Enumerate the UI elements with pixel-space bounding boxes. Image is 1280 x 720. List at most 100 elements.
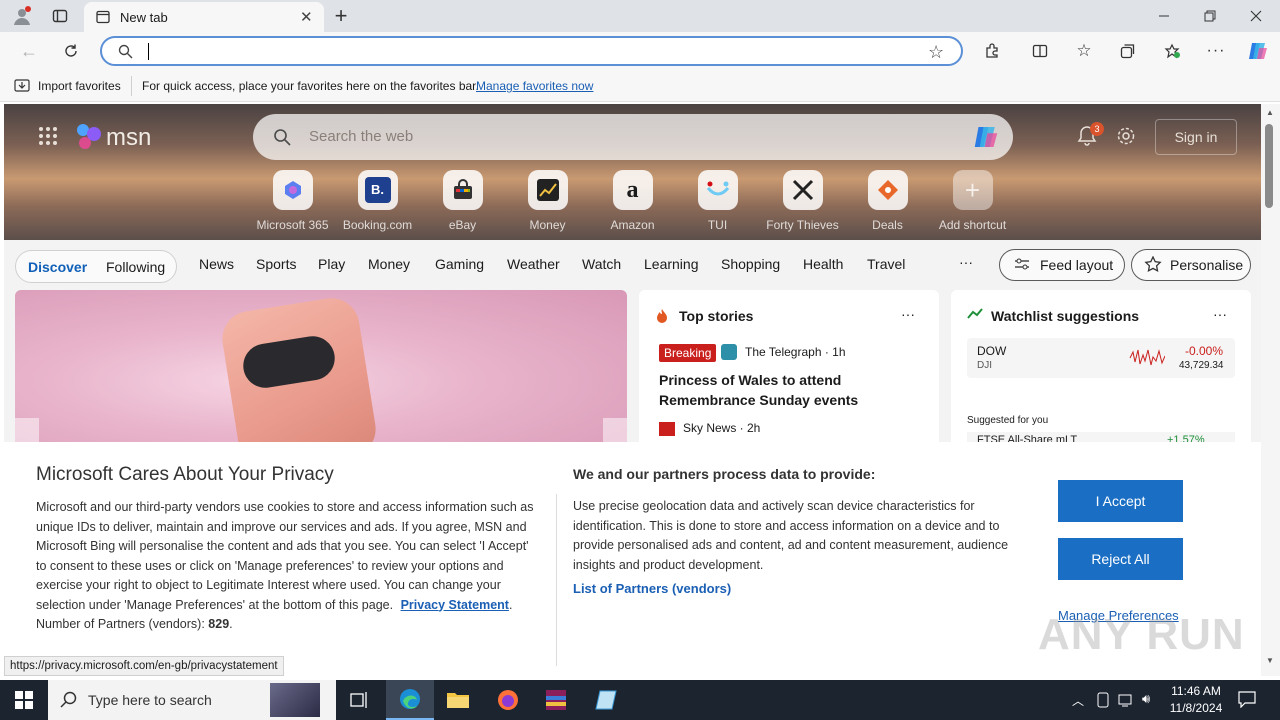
manage-favorites-link[interactable]: Manage favorites now [476,79,593,93]
top-stories-more-icon[interactable]: ··· [901,306,915,322]
nav-money[interactable]: Money [368,256,410,272]
taskbar-search-icon [60,691,78,712]
clock-date[interactable]: 11/8/2024 [1168,701,1224,715]
tab-following[interactable]: Following [106,259,165,275]
favbar-hint: For quick access, place your favorites h… [142,79,479,93]
refresh-icon[interactable] [58,38,84,64]
winrar-icon[interactable] [532,680,580,720]
nav-news[interactable]: News [199,256,234,272]
clock-time[interactable]: 11:46 AM [1168,684,1224,698]
feed-layout-button[interactable]: Feed layout [999,249,1125,281]
address-bar[interactable]: ☆ [100,36,963,66]
shortcut-microsoft-365[interactable]: Microsoft 365 [250,170,335,236]
search-icon [118,44,133,62]
tab-title: New tab [120,10,168,25]
collections-icon[interactable] [1116,39,1140,63]
msn-settings-gear-icon[interactable] [1116,126,1136,149]
page-scrollbar[interactable]: ▲ ▼ [1261,104,1280,676]
browser-essentials-icon[interactable] [1160,39,1184,63]
import-favorites-button[interactable]: Import favorites [38,79,121,93]
windows-start-icon[interactable] [0,680,48,720]
reject-all-button[interactable]: Reject All [1058,538,1183,580]
shortcut-label: TUI [707,218,728,232]
sign-in-button[interactable]: Sign in [1155,119,1237,155]
tab-new-tab[interactable]: New tab ✕ [84,2,324,32]
split-screen-icon[interactable] [1028,39,1052,63]
restore-icon[interactable] [1196,4,1224,28]
copilot-icon[interactable] [1244,37,1272,65]
firefox-icon[interactable] [484,680,532,720]
sliders-icon [1014,257,1030,274]
featured-story-image[interactable] [15,290,627,442]
web-search-box[interactable]: Search the web [253,114,1013,160]
msn-logo-icon[interactable] [74,122,106,155]
close-tab-icon[interactable]: ✕ [300,8,313,26]
accept-button[interactable]: I Accept [1058,480,1183,522]
edge-taskbar-icon[interactable] [386,680,434,720]
sky-news-icon [659,422,675,436]
watchlist-title: Watchlist suggestions [991,308,1140,324]
nav-travel[interactable]: Travel [867,256,905,272]
apps-launcher-icon[interactable] [38,126,58,149]
nav-sports[interactable]: Sports [256,256,296,272]
shortcut-ebay[interactable]: eBay [420,170,505,236]
shortcut-forty-thieves[interactable]: Forty Thieves [760,170,845,236]
list-partners-link[interactable]: List of Partners (vendors) [573,581,731,596]
show-hidden-icons-icon[interactable]: ︿ [1072,692,1084,709]
tab-actions-icon[interactable] [46,4,74,28]
network-icon[interactable] [1118,692,1136,711]
watchlist-more-icon[interactable]: ··· [1213,306,1227,322]
watchlist-row[interactable]: DOW DJI -0.00% 43,729.34 [967,338,1235,378]
favorite-star-icon[interactable]: ☆ [928,42,944,63]
device-icon[interactable] [1096,692,1110,711]
volume-icon[interactable]: 🔊︎ [1142,691,1150,707]
nav-gaming[interactable]: Gaming [435,256,484,272]
ebay-icon [442,170,483,210]
watchlist-row-next[interactable]: FTSE All-Share mLT +1.57% [967,432,1235,442]
shortcut-booking[interactable]: B. Booking.com [335,170,420,236]
personalise-button[interactable]: Personalise [1131,249,1251,281]
copilot-search-icon[interactable] [971,122,1001,155]
scroll-thumb[interactable] [1265,124,1273,208]
top-stories-title: Top stories [679,308,754,324]
nav-weather[interactable]: Weather [507,256,560,272]
notepad-icon[interactable] [582,680,630,720]
file-explorer-icon[interactable] [434,680,482,720]
story-headline[interactable]: Princess of Wales to attend Remembrance … [659,370,919,410]
privacy-statement-link[interactable]: Privacy Statement [401,598,509,612]
nav-shopping[interactable]: Shopping [721,256,780,272]
taskbar-search-box[interactable]: Type here to search [48,680,336,720]
shortcut-deals[interactable]: Deals [845,170,930,236]
settings-more-icon[interactable]: ··· [1204,39,1228,63]
tab-discover[interactable]: Discover [28,259,87,275]
watermark-logo: ANY RUN [1038,610,1245,659]
task-view-icon[interactable] [336,680,384,720]
favbar-divider [131,76,132,96]
new-tab-plus-icon[interactable]: + [328,3,354,28]
extensions-icon[interactable] [980,39,1004,63]
shortcut-tui[interactable]: TUI [675,170,760,236]
minimize-icon[interactable] [1150,4,1178,28]
nav-more-icon[interactable]: ··· [959,254,973,270]
carousel-next-icon[interactable] [603,418,627,442]
favorites-icon[interactable]: ☆ [1072,39,1096,63]
purposes-title: We and our partners process data to prov… [573,466,876,482]
top-stories-card: Top stories ··· Breaking The Telegraph ·… [639,290,939,442]
shortcut-money[interactable]: Money [505,170,590,236]
nav-learning[interactable]: Learning [644,256,699,272]
carousel-prev-icon[interactable] [15,418,39,442]
scroll-down-icon[interactable]: ▼ [1266,656,1274,665]
close-window-icon[interactable] [1242,4,1270,28]
nav-health[interactable]: Health [803,256,843,272]
privacy-body: Microsoft and our third-party vendors us… [36,500,534,631]
back-icon[interactable]: ← [16,38,42,64]
shortcut-add[interactable]: + Add shortcut [930,170,1015,236]
watchlist-card: Watchlist suggestions ··· DOW DJI -0.00%… [951,290,1251,442]
shortcut-amazon[interactable]: a Amazon [590,170,675,236]
scroll-up-icon[interactable]: ▲ [1266,108,1274,117]
nav-play[interactable]: Play [318,256,345,272]
notification-center-icon[interactable] [1238,690,1256,711]
profile-icon[interactable] [8,4,36,28]
web-search-placeholder: Search the web [309,128,414,145]
nav-watch[interactable]: Watch [582,256,621,272]
